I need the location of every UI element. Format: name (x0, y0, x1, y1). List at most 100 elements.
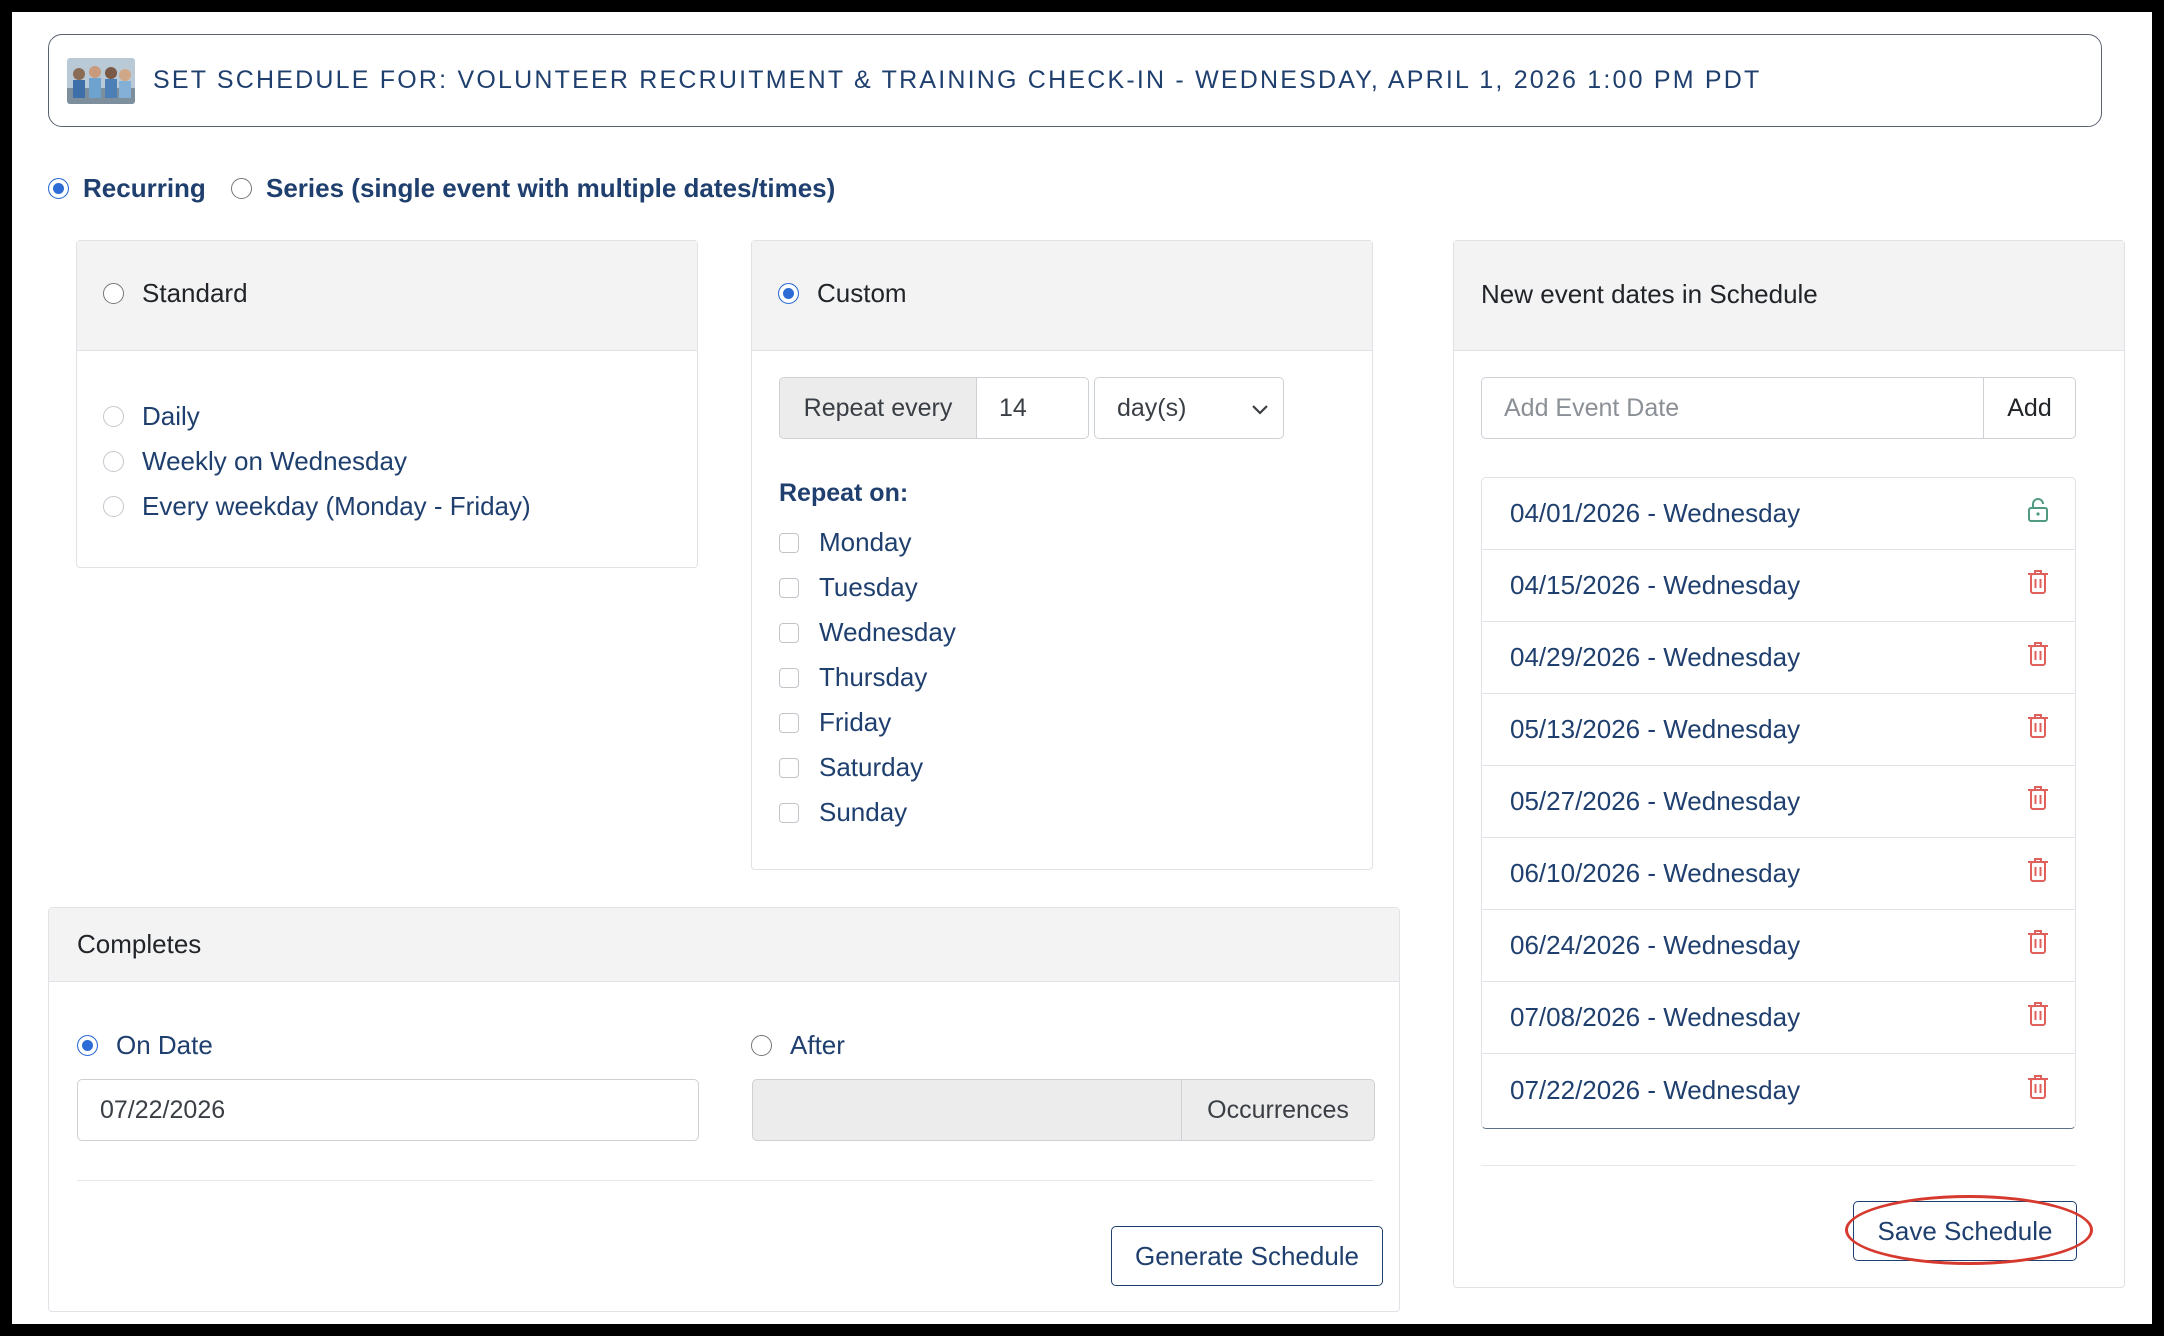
custom-option[interactable]: Custom (778, 278, 907, 309)
event-date: 05/27/2026 - Wednesday (1510, 786, 1801, 816)
standard-radio[interactable] (103, 283, 124, 304)
tuesday-label: Tuesday (819, 572, 918, 602)
add-event-date-input[interactable]: Add Event Date (1481, 377, 1984, 439)
event-date: 06/24/2026 - Wednesday (1510, 930, 1801, 960)
tuesday-checkbox[interactable] (779, 577, 799, 598)
chevron-down-icon (1251, 394, 1269, 423)
series-radio[interactable] (231, 177, 252, 199)
standard-daily-option[interactable]: Daily (103, 401, 200, 432)
repeat-on-label: Repeat on: (779, 479, 909, 507)
custom-card-header: Custom (752, 241, 1372, 351)
monday-checkbox[interactable] (779, 532, 799, 553)
standard-weekday-option[interactable]: Every weekday (Monday - Friday) (103, 491, 531, 522)
standard-option[interactable]: Standard (103, 278, 248, 309)
daily-radio[interactable] (103, 406, 124, 427)
day-friday[interactable]: Friday (779, 707, 891, 738)
day-tuesday[interactable]: Tuesday (779, 572, 918, 603)
after-label: After (790, 1030, 845, 1060)
repeat-unit-value: day(s) (1117, 393, 1187, 422)
trash-icon[interactable] (2027, 569, 2049, 602)
occurrences-label: Occurrences (1182, 1079, 1375, 1141)
sunday-checkbox[interactable] (779, 802, 799, 823)
weekday-radio[interactable] (103, 496, 124, 517)
saturday-checkbox[interactable] (779, 757, 799, 778)
event-date: 04/29/2026 - Wednesday (1510, 642, 1801, 672)
recurring-radio[interactable] (48, 177, 69, 199)
trash-icon[interactable] (2027, 785, 2049, 818)
schedule-card-header: New event dates in Schedule (1454, 241, 2124, 351)
standard-label: Standard (142, 278, 248, 308)
trash-icon[interactable] (2027, 1074, 2049, 1107)
list-item: 07/08/2026 - Wednesday (1482, 982, 2075, 1054)
event-date: 04/01/2026 - Wednesday (1510, 498, 1801, 528)
divider (77, 1180, 1373, 1181)
custom-card: Custom Repeat every 14 day(s) Repeat on:… (751, 240, 1373, 870)
friday-checkbox[interactable] (779, 712, 799, 733)
trash-icon[interactable] (2027, 713, 2049, 746)
list-item: 04/29/2026 - Wednesday (1482, 622, 2075, 694)
custom-radio[interactable] (778, 283, 799, 304)
trash-icon[interactable] (2027, 857, 2049, 890)
wednesday-checkbox[interactable] (779, 622, 799, 643)
trash-icon[interactable] (2027, 929, 2049, 962)
on-date-input[interactable]: 07/22/2026 (77, 1079, 699, 1141)
on-date-radio[interactable] (77, 1035, 98, 1056)
add-date-group: Add Event Date Add (1481, 377, 2076, 439)
list-item: 05/27/2026 - Wednesday (1482, 766, 2075, 838)
completes-card: Completes On Date 07/22/2026 After Occur… (48, 907, 1400, 1312)
lock-icon (2027, 497, 2049, 530)
day-saturday[interactable]: Saturday (779, 752, 923, 783)
day-monday[interactable]: Monday (779, 527, 912, 558)
day-sunday[interactable]: Sunday (779, 797, 907, 828)
trash-icon[interactable] (2027, 1001, 2049, 1034)
repeat-unit-select[interactable]: day(s) (1094, 377, 1284, 439)
occurrences-group: Occurrences (752, 1079, 1375, 1141)
thursday-checkbox[interactable] (779, 667, 799, 688)
custom-label: Custom (817, 278, 907, 308)
sunday-label: Sunday (819, 797, 908, 827)
weekly-label: Weekly on Wednesday (142, 446, 407, 476)
schedule-header: SET SCHEDULE FOR: VOLUNTEER RECRUITMENT … (48, 34, 2102, 127)
standard-card: Standard Daily Weekly on Wednesday Every… (76, 240, 698, 568)
completes-label: Completes (77, 929, 202, 959)
save-schedule-button[interactable]: Save Schedule (1853, 1201, 2077, 1261)
thursday-label: Thursday (819, 662, 928, 692)
generate-schedule-button[interactable]: Generate Schedule (1111, 1226, 1383, 1286)
list-item: 04/01/2026 - Wednesday (1482, 478, 2075, 550)
after-option[interactable]: After (751, 1030, 845, 1061)
recurring-option[interactable]: Recurring (48, 170, 206, 206)
standard-weekly-option[interactable]: Weekly on Wednesday (103, 446, 407, 477)
list-item: 05/13/2026 - Wednesday (1482, 694, 2075, 766)
saturday-label: Saturday (819, 752, 924, 782)
completes-card-header: Completes (49, 908, 1399, 982)
on-date-option[interactable]: On Date (77, 1030, 213, 1061)
event-date: 04/15/2026 - Wednesday (1510, 570, 1801, 600)
weekly-radio[interactable] (103, 451, 124, 472)
list-item: 06/10/2026 - Wednesday (1482, 838, 2075, 910)
schedule-page: SET SCHEDULE FOR: VOLUNTEER RECRUITMENT … (12, 12, 2152, 1324)
list-item: 06/24/2026 - Wednesday (1482, 910, 2075, 982)
trash-icon[interactable] (2027, 641, 2049, 674)
day-wednesday[interactable]: Wednesday (779, 617, 956, 648)
page-title: SET SCHEDULE FOR: VOLUNTEER RECRUITMENT … (153, 66, 1762, 94)
add-event-date-placeholder: Add Event Date (1504, 393, 1680, 422)
event-date: 05/13/2026 - Wednesday (1510, 714, 1801, 744)
day-thursday[interactable]: Thursday (779, 662, 927, 693)
friday-label: Friday (819, 707, 892, 737)
after-radio[interactable] (751, 1035, 772, 1056)
recurring-label: Recurring (83, 172, 206, 203)
add-date-button[interactable]: Add (1984, 377, 2076, 439)
standard-card-header: Standard (77, 241, 697, 351)
monday-label: Monday (819, 527, 912, 557)
event-thumbnail (67, 58, 135, 104)
event-date: 07/08/2026 - Wednesday (1510, 1002, 1801, 1032)
on-date-label: On Date (116, 1030, 213, 1060)
event-date: 06/10/2026 - Wednesday (1510, 858, 1801, 888)
repeat-every-input[interactable]: 14 (977, 377, 1089, 439)
series-option[interactable]: Series (single event with multiple dates… (231, 170, 835, 206)
schedule-card: New event dates in Schedule Add Event Da… (1453, 240, 2125, 1288)
daily-label: Daily (142, 401, 200, 431)
list-item: 04/15/2026 - Wednesday (1482, 550, 2075, 622)
repeat-every-group: Repeat every 14 (779, 377, 1089, 439)
occurrences-input[interactable] (752, 1079, 1182, 1141)
